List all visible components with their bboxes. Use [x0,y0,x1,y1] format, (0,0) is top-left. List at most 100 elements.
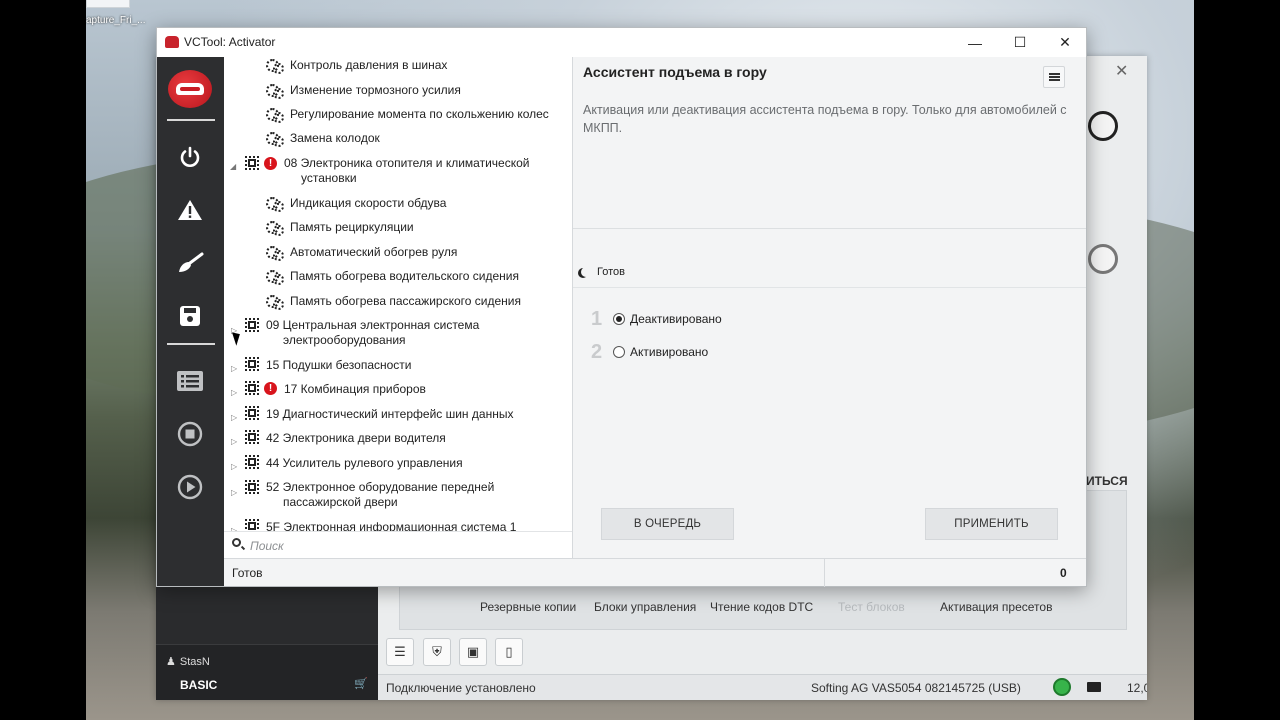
close-button[interactable]: ✕ [1042,28,1088,57]
tile-unit-test[interactable]: Тест блоков [838,600,905,614]
expand-arrow-icon[interactable]: ▷ [231,361,237,376]
radio-activated[interactable] [613,346,625,358]
expand-arrow-icon[interactable]: ▷ [231,459,237,474]
cart-icon[interactable]: 🛒 [354,677,368,690]
shield-icon[interactable]: ⛨ [423,638,451,666]
expand-arrow-icon[interactable]: ▷ [231,410,237,425]
description-panel: Ассистент подъема в гору Активация или д… [573,57,1086,229]
maximize-button[interactable]: ☐ [997,28,1043,57]
queue-count: 0 [1060,566,1067,580]
tree-item-label: 52 Электронное оборудование передней [266,480,495,494]
title-bar[interactable]: VCTool: Activator — ☐ ✕ [157,28,1086,57]
option-number: 2 [591,341,603,363]
feature-title: Ассистент подъема в гору [583,64,767,80]
chip-icon [245,318,259,332]
activator-window: VCTool: Activator — ☐ ✕ Контроль давлени… [156,27,1087,587]
feature-detail-pane: Ассистент подъема в гору Активация или д… [573,57,1086,558]
user-info[interactable]: ♟ StasN [166,655,210,669]
tree-item-module[interactable]: ▷ 09 Центральная электронная система эле… [224,317,564,349]
interface-info: Softing AG VAS5054 082145725 (USB) [811,681,1021,695]
expand-arrow-icon[interactable]: ▷ [231,523,237,531]
error-icon: ! [264,157,277,170]
collapse-arrow-icon[interactable]: ◢ [230,159,236,174]
database-icon[interactable]: ☰ [386,638,414,666]
logo-icon[interactable] [168,70,212,108]
brush-icon[interactable] [171,246,209,280]
connection-status: Подключение установлено [386,681,536,695]
chip-icon [245,480,259,494]
apply-button[interactable]: ПРИМЕНИТЬ [925,508,1058,540]
tree-item-label: 08 Электроника отопителя и климатической [284,156,530,170]
feature-status: Готов [597,266,625,278]
expand-arrow-icon[interactable]: ▷ [231,485,237,500]
tree-item-label: 5F Электронная информационная система 1 [266,520,517,531]
tree-item-module[interactable]: ◢ ! 08 Электроника отопителя и климатиче… [224,155,564,187]
details-list-icon[interactable] [1043,66,1065,88]
document-icon[interactable]: ▯ [495,638,523,666]
chip-icon [245,430,259,444]
desktop-shortcut-label[interactable]: apture_Fri_... [86,15,145,26]
nav-sidebar [157,57,224,586]
tree-item-label: Индикация скорости обдува [290,196,447,210]
background-statusbar: Подключение установлено Softing AG VAS50… [378,674,1147,700]
search-input[interactable] [250,537,550,554]
minimize-button[interactable]: — [952,28,998,57]
background-close-icon[interactable]: ✕ [1115,61,1128,81]
gears-icon [266,246,284,261]
queue-button[interactable]: В ОЧЕРЕДЬ [601,508,734,540]
gears-icon [266,84,284,99]
desktop-shortcut-icon[interactable] [86,0,130,8]
status-bar: Готов 0 [224,558,1086,587]
tree-item-label: Память рециркуляции [290,220,414,234]
feature-tree: Контроль давления в шинах Изменение торм… [224,57,572,531]
module-icon[interactable]: ▣ [459,638,487,666]
option-label[interactable]: Деактивировано [630,312,722,326]
power-icon[interactable] [171,140,209,174]
option-number: 1 [591,308,603,330]
user-panel: ♟ StasN BASIC 🛒 [156,644,378,700]
gears-icon [266,132,284,147]
tile-read-dtc[interactable]: Чтение кодов DTC [710,600,813,614]
list-icon[interactable] [171,364,209,398]
search-bar [224,531,573,558]
skoda-logo-icon [1088,111,1118,141]
tree-item-label: 19 Диагностический интерфейс шин данных [266,407,514,421]
search-icon [232,538,241,547]
tree-item-module[interactable]: ▷ 52 Электронное оборудование передней п… [224,479,564,511]
warning-icon[interactable] [171,193,209,227]
tile-backups[interactable]: Резервные копии [480,600,576,614]
sidebar-divider [167,343,215,345]
tree-item-label: 09 Центральная электронная система [266,318,480,332]
tree-item-label: Регулирование момента по скольжению коле… [290,107,549,121]
gears-icon [266,197,284,212]
chip-icon [245,156,259,170]
chip-icon [245,381,259,395]
chip-icon [245,406,259,420]
tree-item-label: 44 Усилитель рулевого управления [266,456,463,470]
steering-wheel-icon [1088,244,1118,274]
connection-indicator-icon [1053,678,1071,696]
option-label[interactable]: Активировано [630,345,708,359]
tile-control-units[interactable]: Блоки управления [594,600,696,614]
tree-item-label: 15 Подушки безопасности [266,358,412,372]
tree-item-label-line2: установки [301,171,357,185]
window-title: VCTool: Activator [184,35,276,49]
plan-badge: BASIC [180,678,218,692]
battery-icon [1087,682,1101,692]
tree-item-label: Автоматический обогрев руля [290,245,458,259]
stop-icon[interactable] [171,417,209,451]
tree-item-label: 42 Электроника двери водителя [266,431,446,445]
tile-presets[interactable]: Активация пресетов [940,600,1052,614]
tree-item-label: Замена колодок [290,131,380,145]
gears-icon [266,295,284,310]
tree-item-label-line2: пассажирской двери [283,495,398,509]
save-icon[interactable] [171,299,209,333]
tree-item-label: Память обогрева водительского сидения [290,269,519,283]
status-divider [824,559,825,587]
expand-arrow-icon[interactable]: ▷ [231,385,237,400]
radio-deactivated[interactable] [613,313,625,325]
expand-arrow-icon[interactable]: ▷ [231,434,237,449]
play-icon[interactable] [171,470,209,504]
chip-icon [245,519,259,531]
tree-item-label-line2: электрооборудования [283,333,406,347]
